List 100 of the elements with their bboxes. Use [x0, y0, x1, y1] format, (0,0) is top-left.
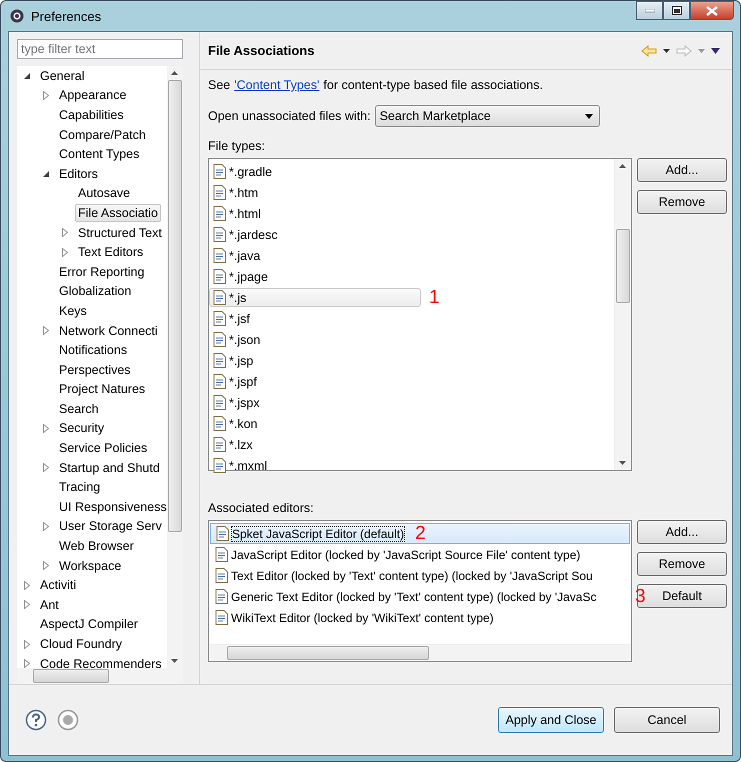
tree-item[interactable]: Capabilities: [56, 106, 127, 124]
collapsed-arrow-icon[interactable]: [42, 463, 50, 472]
record-icon[interactable]: [57, 709, 79, 731]
minimize-button[interactable]: [636, 1, 663, 20]
scroll-down-arrow-icon[interactable]: [619, 461, 626, 465]
tree-item[interactable]: Globalization: [56, 282, 134, 300]
file-type-item[interactable]: *.java: [209, 246, 421, 265]
dialog-button[interactable]: Cancel: [614, 707, 720, 733]
tree-item[interactable]: Web Browser: [56, 537, 137, 556]
collapsed-arrow-icon[interactable]: [23, 580, 31, 590]
expanded-arrow-icon[interactable]: [23, 71, 31, 80]
file-type-item[interactable]: *.jsp: [209, 351, 421, 370]
file-type-item[interactable]: *.jspx: [209, 393, 421, 412]
scroll-up-arrow-icon[interactable]: [171, 71, 178, 75]
dialog-button[interactable]: Apply and Close: [498, 707, 604, 733]
tree-item[interactable]: Error Reporting: [56, 262, 148, 281]
file-type-item[interactable]: *.js: [209, 288, 421, 307]
collapsed-arrow-icon[interactable]: [42, 561, 50, 570]
tree-item[interactable]: Tracing: [56, 478, 104, 496]
horizontal-scrollbar[interactable]: [209, 644, 631, 661]
editor-item[interactable]: WikiText Editor (locked by 'WikiText' content type): [209, 607, 631, 628]
tree-item[interactable]: AspectJ Compiler: [37, 615, 141, 634]
tree-item[interactable]: Structured Text: [75, 224, 165, 242]
tree-item[interactable]: General: [37, 66, 88, 85]
content-types-link[interactable]: 'Content Types': [234, 78, 320, 92]
editor-item[interactable]: Text Editor (locked by 'Text' content type) (locked by 'JavaScript Sou: [209, 565, 631, 586]
tree-item[interactable]: Notifications: [56, 341, 130, 360]
window-title: Preferences: [31, 8, 102, 24]
file-type-item[interactable]: *.gradle: [209, 162, 421, 181]
forward-arrow-icon[interactable]: [676, 44, 692, 56]
file-type-item[interactable]: *.json: [209, 330, 421, 349]
file-type-item[interactable]: *.htm: [209, 183, 421, 202]
collapsed-arrow-icon[interactable]: [23, 640, 31, 649]
view-menu-icon[interactable]: [711, 48, 720, 54]
editor-button[interactable]: Add...: [637, 520, 727, 544]
tree-item[interactable]: Project Natures: [56, 380, 148, 398]
file-type-item[interactable]: *.jardesc: [209, 225, 421, 244]
file-icon: [213, 353, 226, 368]
tree-item[interactable]: Ant: [37, 596, 62, 614]
tree-item[interactable]: File Associatio: [75, 204, 161, 222]
editor-item[interactable]: Spket JavaScript Editor (default) 2: [210, 523, 630, 544]
tree-item[interactable]: Keys: [56, 302, 90, 320]
tree-item[interactable]: User Storage Serv: [56, 517, 165, 536]
annotation-number: 3: [635, 586, 646, 606]
file-type-item[interactable]: *.jspf: [209, 372, 421, 391]
file-type-button[interactable]: Remove: [637, 190, 727, 214]
scroll-thumb[interactable]: [227, 646, 429, 660]
file-type-item[interactable]: *.jpage: [209, 267, 421, 286]
collapsed-arrow-icon[interactable]: [61, 248, 69, 257]
tree-item[interactable]: Activiti: [37, 576, 80, 594]
file-type-item[interactable]: *.kon: [209, 414, 421, 433]
tree-item[interactable]: UI Responsiveness: [56, 498, 167, 516]
tree-item[interactable]: Network Connecti: [56, 322, 161, 340]
file-type-button[interactable]: Add...: [637, 158, 727, 182]
file-icon: [213, 164, 226, 179]
tree-item[interactable]: Security: [56, 419, 108, 438]
open-with-dropdown[interactable]: Search Marketplace: [374, 105, 600, 127]
tree-item[interactable]: Search: [56, 400, 102, 418]
tree-item[interactable]: Service Policies: [56, 439, 150, 458]
file-type-item[interactable]: *.mxml: [209, 456, 421, 475]
collapsed-arrow-icon[interactable]: [23, 600, 31, 610]
help-icon[interactable]: [25, 709, 47, 731]
collapsed-arrow-icon[interactable]: [42, 90, 50, 100]
scroll-down-arrow-icon[interactable]: [171, 659, 178, 663]
collapsed-arrow-icon[interactable]: [23, 659, 31, 668]
collapsed-arrow-icon[interactable]: [42, 522, 50, 531]
tree-item[interactable]: Content Types: [56, 145, 142, 164]
dropdown-caret-icon: [584, 114, 593, 118]
tree-item[interactable]: Editors: [56, 164, 101, 183]
scrollbar[interactable]: [614, 159, 631, 470]
tree-item[interactable]: Code Recommenders: [37, 654, 165, 668]
maximize-button[interactable]: [663, 1, 690, 20]
tree-item[interactable]: Startup and Shutd: [56, 458, 163, 477]
file-icon: [215, 568, 228, 583]
close-button[interactable]: [690, 1, 734, 20]
file-type-item[interactable]: *.html: [209, 204, 421, 223]
file-type-item[interactable]: *.lzx: [209, 435, 421, 454]
scroll-thumb[interactable]: [168, 80, 182, 532]
scroll-thumb[interactable]: [616, 229, 630, 303]
collapsed-arrow-icon[interactable]: [42, 326, 50, 336]
editor-button[interactable]: Remove: [637, 552, 727, 576]
tree-item[interactable]: Appearance: [56, 86, 130, 104]
file-type-item[interactable]: *.jsf: [209, 309, 421, 328]
minimize-icon: [644, 8, 654, 12]
scroll-up-arrow-icon[interactable]: [619, 164, 626, 168]
filter-field[interactable]: type filter text: [17, 39, 183, 59]
tree-item[interactable]: Workspace: [56, 556, 124, 575]
expanded-arrow-icon[interactable]: [42, 169, 50, 178]
back-arrow-icon[interactable]: [641, 44, 657, 56]
editor-item[interactable]: JavaScript Editor (locked by 'JavaScript Source File' content type): [209, 544, 631, 565]
collapsed-arrow-icon[interactable]: [42, 424, 50, 433]
tree-item[interactable]: Perspectives: [56, 360, 134, 379]
tree-item[interactable]: Text Editors: [75, 243, 146, 262]
collapsed-arrow-icon[interactable]: [61, 228, 69, 238]
tree-item[interactable]: Compare/Patch: [56, 126, 149, 144]
tree-item[interactable]: Cloud Foundry: [37, 635, 125, 654]
scroll-thumb[interactable]: [33, 669, 109, 683]
dropdown-caret-icon[interactable]: [663, 48, 670, 52]
tree-item[interactable]: Autosave: [75, 184, 134, 202]
editor-item[interactable]: Generic Text Editor (locked by 'Text' content type) (locked by 'JavaSc: [209, 586, 631, 607]
